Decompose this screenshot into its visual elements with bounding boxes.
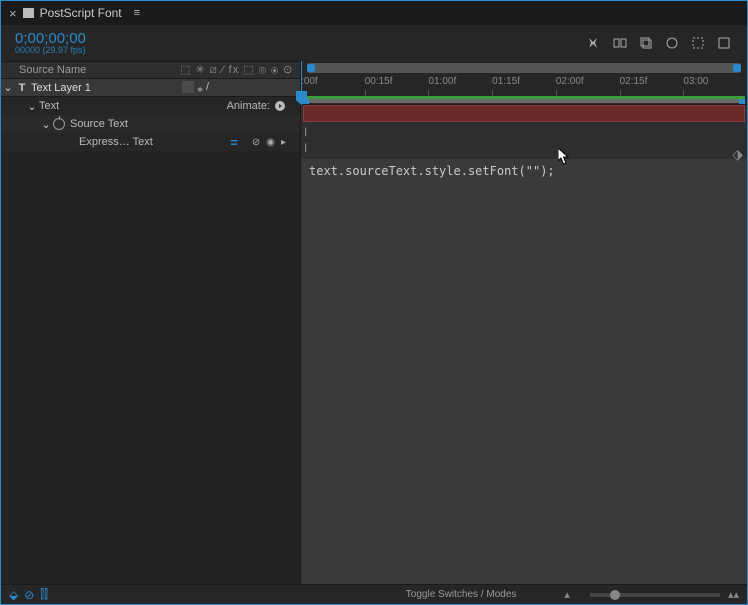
timeline-header: 0;00;00;00 00000 (29.97 fps) [1, 25, 747, 61]
twirl-down-icon[interactable]: ⌄ [1, 81, 15, 94]
render-queue-icon[interactable]: ⬙ [9, 588, 18, 602]
composition-icon [23, 8, 34, 18]
graph-editor-icon[interactable] [717, 36, 731, 50]
close-tab-icon[interactable]: × [9, 6, 17, 21]
animate-button[interactable]: Animate: [227, 100, 286, 112]
cache-indicator [303, 96, 745, 99]
timecode-main: 0;00;00;00 [15, 31, 86, 46]
shy-toggle-icon[interactable]: ⊘ [24, 588, 34, 602]
tab-bar: × PostScript Font ≡ [1, 1, 747, 25]
expression-language-icon[interactable]: ▸ [281, 137, 286, 148]
expression-row: Express… Text = ⊘ ◉ ▸ [1, 133, 300, 151]
property-label: Source Text [70, 118, 128, 130]
stopwatch-icon[interactable] [53, 118, 65, 130]
draft3d-icon[interactable] [639, 36, 653, 50]
switches-column: ⬚ ✳ ⧄ ⁄ fx ⬚ ⦾ ⦿ ⊙ [180, 63, 300, 77]
layer-switches[interactable]: ⁎/ [180, 81, 300, 95]
layer-duration-bar[interactable] [303, 105, 745, 122]
panel-menu-icon[interactable]: ≡ [134, 7, 140, 19]
expression-enable-icon[interactable]: = [230, 135, 238, 150]
property-text[interactable]: ⌄ Text Animate: [1, 97, 300, 115]
timeline-area: :00f 00:15f 01:00f 01:15f 02:00f 02:15f … [301, 61, 747, 584]
marker-icon[interactable]: ⬗ [732, 146, 743, 163]
composition-tools [587, 36, 731, 50]
timeline-footer: ⬙ ⊘ ⫿⫿ Toggle Switches / Modes ▴ ▴▴ [1, 584, 747, 604]
zoom-out-icon[interactable]: ▴ [564, 588, 570, 601]
frame-blend-toggle-icon[interactable]: ⫿⫿ [40, 587, 48, 602]
layer-panel: Source Name ⬚ ✳ ⧄ ⁄ fx ⬚ ⦾ ⦿ ⊙ ⌄ T Text … [1, 61, 301, 584]
search-icon[interactable] [587, 36, 601, 50]
keyframe-ibeam-icon: I [304, 141, 307, 155]
timecode[interactable]: 0;00;00;00 00000 (29.97 fps) [15, 31, 86, 55]
toggle-switches-button[interactable]: Toggle Switches / Modes [406, 589, 517, 600]
comp-flowchart-icon[interactable] [613, 36, 627, 50]
motion-blur-icon[interactable] [691, 36, 705, 50]
tab-title[interactable]: PostScript Font [40, 6, 122, 20]
track-area[interactable]: I I text.sourceText.style.setFont(""); [301, 105, 747, 584]
expression-graph-icon[interactable]: ⊘ [252, 137, 260, 148]
time-ruler[interactable]: :00f 00:15f 01:00f 01:15f 02:00f 02:15f … [301, 61, 747, 97]
property-source-text[interactable]: ⌄ Source Text [1, 115, 300, 133]
layer-name[interactable]: Text Layer 1 [29, 82, 180, 94]
column-header: Source Name ⬚ ✳ ⧄ ⁄ fx ⬚ ⦾ ⦿ ⊙ [1, 61, 300, 79]
keyframe-ibeam-icon: I [304, 125, 307, 139]
expression-editor[interactable]: text.sourceText.style.setFont(""); [301, 159, 747, 584]
time-navigator[interactable] [307, 63, 741, 73]
expression-label[interactable]: Express… Text [1, 136, 153, 148]
twirl-down-icon[interactable]: ⌄ [39, 118, 53, 131]
zoom-in-icon[interactable]: ▴▴ [728, 588, 739, 601]
timecode-sub: 00000 (29.97 fps) [15, 46, 86, 55]
mouse-cursor [558, 148, 571, 166]
source-name-column[interactable]: Source Name [1, 64, 86, 76]
text-layer-icon: T [15, 82, 29, 94]
expression-pickwhip-icon[interactable]: ◉ [266, 137, 275, 148]
current-time-indicator[interactable] [301, 61, 302, 96]
frame-blend-icon[interactable] [665, 36, 679, 50]
twirl-down-icon[interactable]: ⌄ [25, 100, 39, 113]
property-label: Text [39, 100, 59, 112]
zoom-slider[interactable] [590, 593, 720, 597]
layer-row[interactable]: ⌄ T Text Layer 1 ⁎/ [1, 79, 300, 97]
